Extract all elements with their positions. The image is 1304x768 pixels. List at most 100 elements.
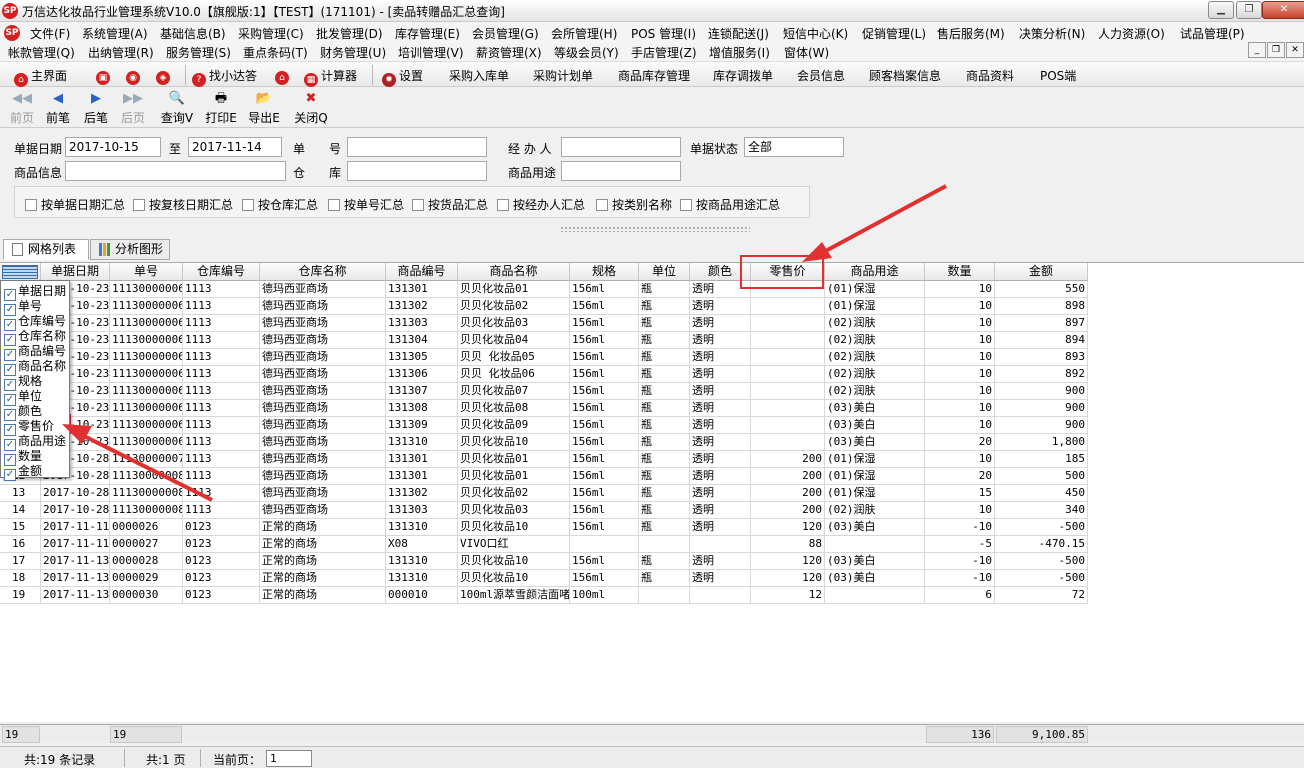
- menu-item-11[interactable]: 促销管理(L): [862, 25, 926, 42]
- tab-grid-list[interactable]: 网格列表: [3, 239, 89, 260]
- cell-qty[interactable]: 10: [925, 332, 995, 349]
- column-header-amount[interactable]: 金额: [995, 263, 1088, 281]
- cell-code[interactable]: 131310: [386, 570, 458, 587]
- cell-code[interactable]: 131301: [386, 468, 458, 485]
- cell-spec[interactable]: 156ml: [570, 519, 639, 536]
- cell-unit[interactable]: 瓶: [639, 434, 690, 451]
- cell-whname[interactable]: 德玛西亚商场: [260, 434, 386, 451]
- menu-item-8[interactable]: POS 管理(I): [631, 25, 696, 42]
- quick-transfer-button[interactable]: 库存调拨单: [713, 67, 773, 84]
- cell-spec[interactable]: 156ml: [570, 298, 639, 315]
- handler-input[interactable]: [561, 137, 681, 157]
- splitter-handle[interactable]: [560, 226, 750, 232]
- cell-whno[interactable]: 1113: [183, 298, 260, 315]
- cell-docno[interactable]: 11130000006: [110, 434, 183, 451]
- mdi-close-button[interactable]: ✕: [1286, 42, 1304, 58]
- cell-qty[interactable]: 10: [925, 315, 995, 332]
- menu-item-5[interactable]: 库存管理(E): [395, 25, 460, 42]
- cell-name[interactable]: 贝贝化妆品03: [458, 502, 570, 519]
- cell-name[interactable]: 贝贝化妆品07: [458, 383, 570, 400]
- cell-price[interactable]: 88: [751, 536, 825, 553]
- cell-docno[interactable]: 11130000006: [110, 298, 183, 315]
- cell-color[interactable]: 透明: [690, 383, 751, 400]
- cell-docno[interactable]: 11130000006: [110, 349, 183, 366]
- cell-spec[interactable]: 156ml: [570, 281, 639, 298]
- column-header-usage[interactable]: 商品用途: [825, 263, 925, 281]
- cell-spec[interactable]: 156ml: [570, 349, 639, 366]
- cell-spec[interactable]: 156ml: [570, 570, 639, 587]
- cell-qty[interactable]: 20: [925, 434, 995, 451]
- last-page-button[interactable]: ▶▶ 后页: [113, 91, 153, 126]
- menu-item-10[interactable]: 短信中心(K): [783, 25, 848, 42]
- quick-chat-button[interactable]: ◉: [126, 67, 143, 85]
- cell-unit[interactable]: 瓶: [639, 502, 690, 519]
- cell-price[interactable]: [751, 417, 825, 434]
- cell-code[interactable]: 131309: [386, 417, 458, 434]
- cell-code[interactable]: 131303: [386, 315, 458, 332]
- cell-whno[interactable]: 1113: [183, 281, 260, 298]
- cell-whno[interactable]: 1113: [183, 468, 260, 485]
- cell-whno[interactable]: 1113: [183, 400, 260, 417]
- cell-qty[interactable]: 10: [925, 400, 995, 417]
- cell-name[interactable]: 贝贝化妆品01: [458, 468, 570, 485]
- cell-usage[interactable]: (02)润肤: [825, 366, 925, 383]
- menu2-item-3[interactable]: 重点条码(T): [243, 44, 308, 61]
- cell-qty[interactable]: 10: [925, 502, 995, 519]
- cell-whname[interactable]: 德玛西亚商场: [260, 417, 386, 434]
- cell-date[interactable]: 2017-11-13: [41, 553, 110, 570]
- cell-whname[interactable]: 德玛西亚商场: [260, 485, 386, 502]
- warehouse-input[interactable]: [347, 161, 487, 181]
- cell-amount[interactable]: -500: [995, 570, 1088, 587]
- cell-qty[interactable]: 10: [925, 366, 995, 383]
- cell-qty[interactable]: 10: [925, 451, 995, 468]
- close-form-button[interactable]: ✖ 关闭Q: [291, 91, 331, 126]
- cell-amount[interactable]: 500: [995, 468, 1088, 485]
- menu-item-12[interactable]: 售后服务(M): [937, 25, 1005, 42]
- cell-whname[interactable]: 德玛西亚商场: [260, 468, 386, 485]
- cell-code[interactable]: 131301: [386, 451, 458, 468]
- prev-record-button[interactable]: ◀ 前笔: [38, 91, 78, 126]
- cell-price[interactable]: [751, 400, 825, 417]
- column-header-code[interactable]: 商品编号: [386, 263, 458, 281]
- cell-color[interactable]: 透明: [690, 400, 751, 417]
- column-option-7[interactable]: ✓ 单位: [4, 387, 42, 406]
- quick-member-button[interactable]: 会员信息: [797, 67, 845, 84]
- column-option-5[interactable]: ✓ 商品名称: [4, 357, 66, 376]
- cell-qty[interactable]: 15: [925, 485, 995, 502]
- cell-unit[interactable]: [639, 536, 690, 553]
- menu-item-6[interactable]: 会员管理(G): [472, 25, 539, 42]
- usage-input[interactable]: [561, 161, 681, 181]
- cell-docno[interactable]: 11130000006: [110, 281, 183, 298]
- menu-item-14[interactable]: 人力资源(O): [1098, 25, 1165, 42]
- cell-usage[interactable]: [825, 587, 925, 604]
- cell-name[interactable]: 贝贝化妆品03: [458, 315, 570, 332]
- menu2-item-5[interactable]: 培训管理(V): [398, 44, 464, 61]
- mdi-minimize-button[interactable]: _: [1248, 42, 1266, 58]
- cell-whname[interactable]: 德玛西亚商场: [260, 281, 386, 298]
- cell-unit[interactable]: 瓶: [639, 519, 690, 536]
- cell-code[interactable]: 131304: [386, 332, 458, 349]
- cell-amount[interactable]: 900: [995, 383, 1088, 400]
- cell-date[interactable]: 2017-10-28: [41, 502, 110, 519]
- cell-qty[interactable]: 10: [925, 383, 995, 400]
- checkbox-box[interactable]: [25, 199, 37, 211]
- cell-whname[interactable]: 正常的商场: [260, 536, 386, 553]
- cell-amount[interactable]: 897: [995, 315, 1088, 332]
- checkbox-box[interactable]: [497, 199, 509, 211]
- cell-whno[interactable]: 0123: [183, 587, 260, 604]
- cell-color[interactable]: 透明: [690, 349, 751, 366]
- cell-usage[interactable]: (01)保湿: [825, 281, 925, 298]
- cell-usage[interactable]: (01)保湿: [825, 298, 925, 315]
- cell-color[interactable]: 透明: [690, 570, 751, 587]
- cell-name[interactable]: 贝贝 化妆品06: [458, 366, 570, 383]
- cell-spec[interactable]: 156ml: [570, 366, 639, 383]
- cell-unit[interactable]: 瓶: [639, 315, 690, 332]
- cell-spec[interactable]: 156ml: [570, 485, 639, 502]
- cell-code[interactable]: 131301: [386, 281, 458, 298]
- cell-name[interactable]: 贝贝化妆品08: [458, 400, 570, 417]
- quick-settings-button[interactable]: ✹ 设置: [382, 67, 423, 87]
- cell-name[interactable]: 100ml源萃雪颜洁面啫: [458, 587, 570, 604]
- cell-whno[interactable]: 1113: [183, 383, 260, 400]
- cell-usage[interactable]: (03)美白: [825, 400, 925, 417]
- column-option-6[interactable]: ✓ 规格: [4, 372, 42, 391]
